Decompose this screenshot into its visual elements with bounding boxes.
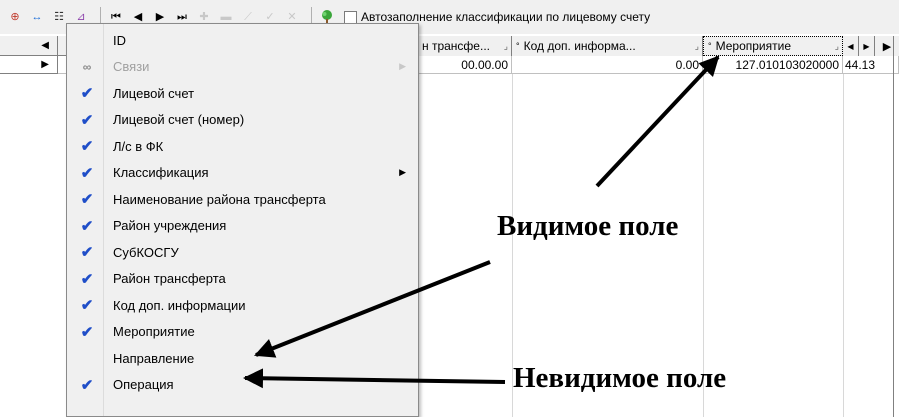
arrow-to-hidden-item: [243, 368, 506, 389]
annotation-visible-field: Видимое поле: [497, 210, 679, 242]
annotation-invisible-field: Невидимое поле: [513, 362, 727, 394]
arrow-to-header: [595, 55, 720, 188]
annotation-arrows: [243, 55, 720, 389]
arrow-to-visible-item: [254, 260, 491, 358]
